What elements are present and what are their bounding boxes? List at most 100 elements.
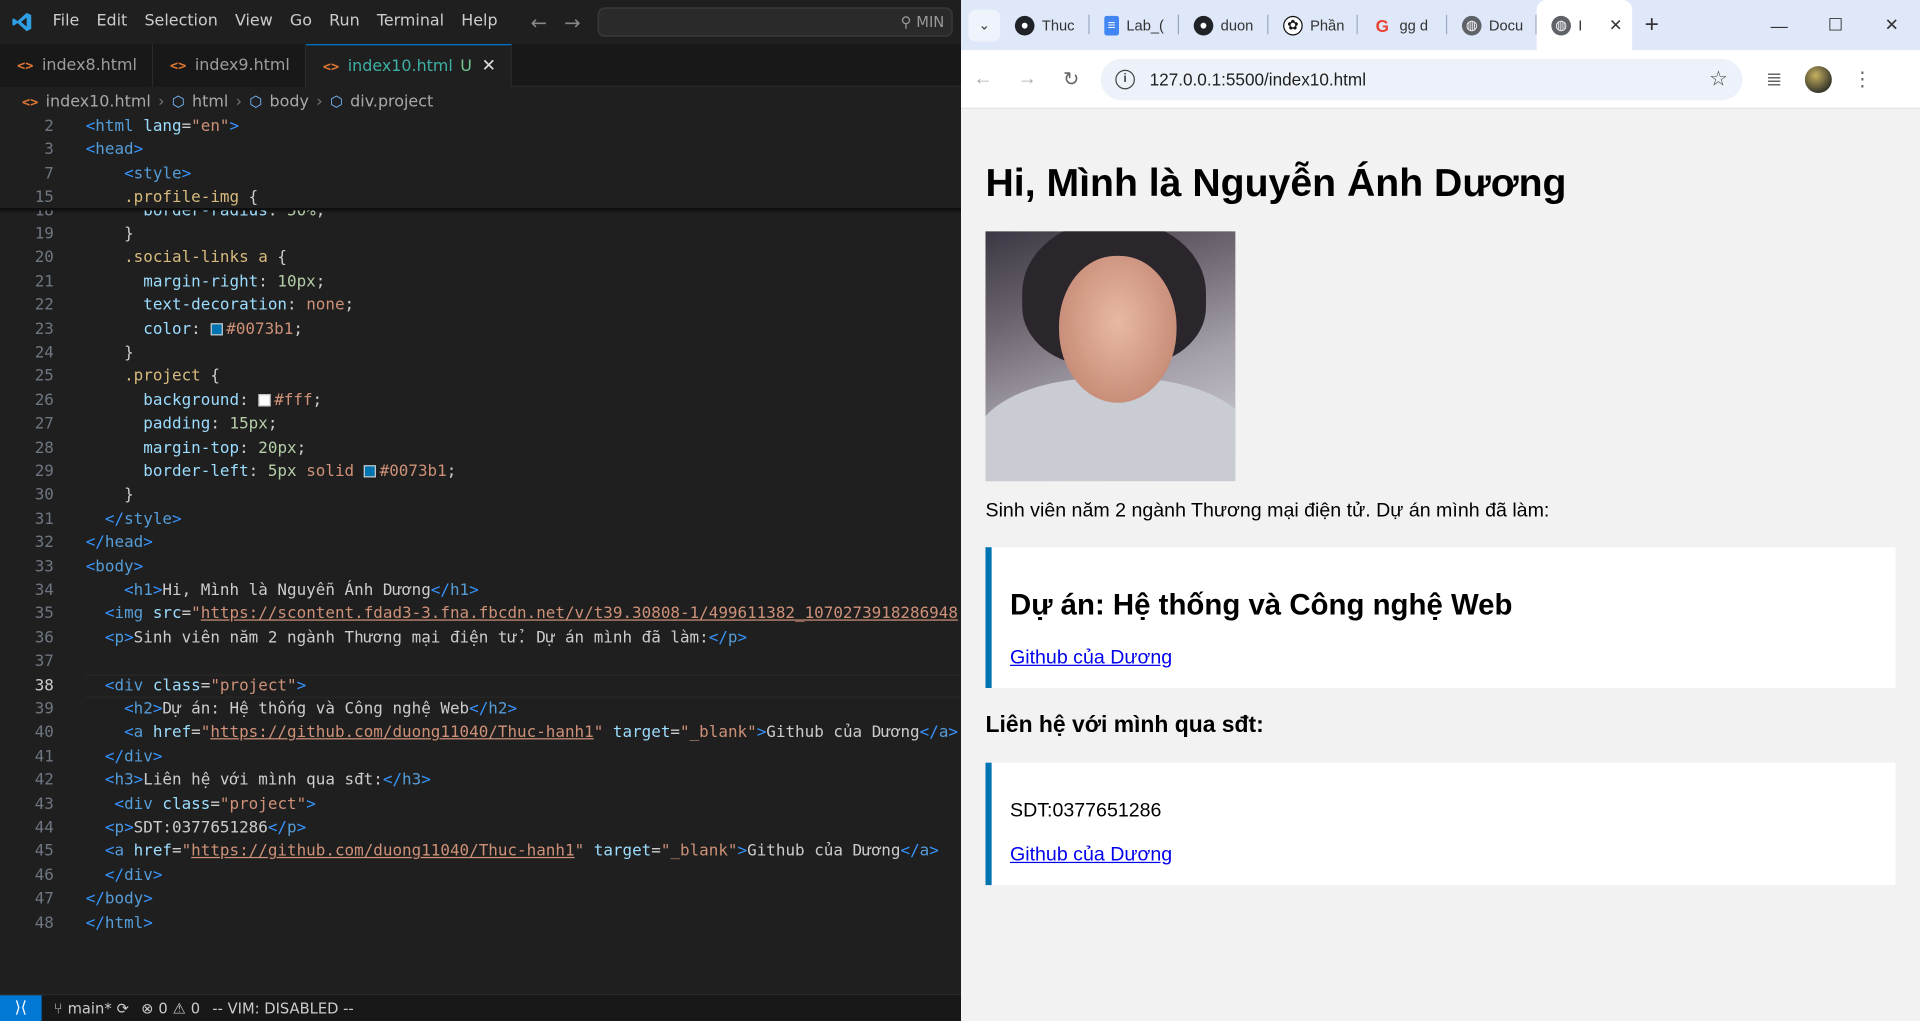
browser-tab[interactable]: ● duon (1179, 0, 1269, 50)
back-arrow-icon[interactable]: ← (531, 10, 547, 33)
code-line: 40 <a href="https://github.com/duong1104… (34, 723, 959, 743)
browser-tab[interactable]: G gg d (1358, 0, 1448, 50)
code-line: 2 <html lang="en"> (0, 115, 962, 139)
back-icon[interactable]: ← (961, 57, 1005, 101)
error-count: 0 (158, 999, 168, 1017)
menu-terminal[interactable]: Terminal (368, 0, 452, 44)
code-line: 37 (34, 652, 54, 672)
code-line: 27 padding: 15px; (34, 415, 278, 434)
code-line: 18 border-radius: 50%; (34, 210, 326, 221)
html-file-icon: <> (17, 57, 34, 74)
menu-go[interactable]: Go (281, 0, 320, 44)
code-line: 19 } (34, 225, 134, 244)
browser-tab[interactable]: ✿ Phần (1268, 0, 1358, 50)
code-line: 32 </head> (34, 533, 153, 553)
code-line: 15 .profile-img { (0, 186, 962, 211)
chrome-toolbar: ← → ↻ i 127.0.0.1:5500/index10.html ☆ ≣ … (961, 50, 1920, 109)
command-center-search[interactable]: ⚲ MIN (597, 7, 953, 37)
breadcrumb: <> index10.html › ⬡ html › ⬡ body › ⬡ di… (0, 88, 962, 116)
sync-icon: ⟳ (116, 999, 129, 1017)
browser-tab[interactable]: ◍ Docu (1447, 0, 1537, 50)
tab-index8[interactable]: <> index8.html (0, 44, 153, 87)
code-line: 36 <p>Sinh viên năm 2 ngành Thương mại đ… (34, 628, 748, 648)
status-bar: ⟩⟨ ⑂ main* ⟳ ⊗ 0 ⚠ 0 -- VIM: DISABLED -- (0, 994, 962, 1021)
vscode-logo-icon (0, 0, 44, 44)
forward-arrow-icon[interactable]: → (564, 10, 580, 33)
new-tab-icon[interactable]: + (1632, 11, 1671, 39)
profile-image (985, 231, 1236, 482)
error-icon: ⊗ (141, 999, 154, 1017)
window-controls: — ☐ ✕ (1751, 0, 1920, 50)
code-line: 26 background: #fff; (34, 391, 323, 410)
close-tab-icon[interactable]: ✕ (1609, 15, 1622, 35)
browser-tab-active[interactable]: ◍ I ✕ (1536, 0, 1633, 51)
intro-text: Sinh viên năm 2 ngành Thương mại điện tử… (985, 500, 1550, 522)
close-window-icon[interactable]: ✕ (1864, 0, 1920, 50)
address-bar[interactable]: i 127.0.0.1:5500/index10.html ☆ (1100, 58, 1743, 100)
tab-label: Lab_( (1126, 16, 1164, 34)
code-line: 43 <div class="project"> (34, 795, 316, 814)
globe-icon: ◍ (1551, 15, 1571, 35)
remote-icon[interactable]: ⟩⟨ (0, 994, 42, 1021)
breadcrumb-div-project[interactable]: div.project (350, 92, 433, 110)
warning-count: 0 (190, 999, 201, 1017)
tab-search-icon[interactable]: ⌄ (968, 9, 1001, 42)
page-title: Hi, Mình là Nguyễn Ánh Dương (985, 160, 1567, 205)
code-line: 46 </div> (34, 866, 163, 885)
browser-tab[interactable]: ● Thuc (1000, 0, 1090, 50)
code-line: 45 <a href="https://github.com/duong1104… (34, 842, 939, 862)
menu-view[interactable]: View (226, 0, 281, 44)
github-link[interactable]: Github của Dương (1010, 648, 1172, 669)
reload-icon[interactable]: ↻ (1049, 57, 1093, 101)
code-line: 29 border-left: 5px solid #0073b1; (34, 462, 457, 482)
branch-status[interactable]: ⑂ main* ⟳ (54, 1000, 129, 1017)
breadcrumb-body[interactable]: body (270, 92, 309, 110)
forward-icon[interactable]: → (1005, 57, 1049, 101)
bookmark-star-icon[interactable]: ☆ (1709, 67, 1728, 91)
browser-tab[interactable]: ≡ Lab_( (1090, 0, 1180, 50)
tab-label: index10.html (347, 56, 453, 76)
google-icon: G (1375, 15, 1389, 35)
untracked-badge: U (460, 56, 472, 76)
github-link[interactable]: Github của Dương (1010, 845, 1172, 866)
site-info-icon[interactable]: i (1115, 69, 1135, 89)
git-branch-icon: ⑂ (53, 999, 63, 1017)
code-editor[interactable]: 2 <html lang="en"> 3 <head> 7 <style> 15 .… (0, 115, 962, 995)
contact-heading: Liên hệ với mình qua sđt: (985, 711, 1264, 737)
media-controls-icon[interactable]: ≣ (1752, 57, 1796, 101)
problems-status[interactable]: ⊗ 0 ⚠ 0 (141, 1000, 200, 1017)
minimize-icon[interactable]: — (1751, 0, 1807, 50)
menu-edit[interactable]: Edit (88, 0, 136, 44)
profile-avatar[interactable] (1796, 57, 1840, 101)
vim-status: -- VIM: DISABLED -- (212, 999, 354, 1017)
tab-index10[interactable]: <> index10.html U ✕ (305, 44, 512, 87)
html-file-icon: <> (22, 93, 39, 110)
globe-icon: ◍ (1461, 15, 1482, 35)
breadcrumb-html[interactable]: html (192, 92, 228, 110)
tab-label: index9.html (194, 56, 290, 75)
menu-help[interactable]: Help (453, 0, 506, 44)
tab-label: index8.html (41, 56, 137, 75)
maximize-icon[interactable]: ☐ (1807, 0, 1863, 50)
google-docs-icon: ≡ (1104, 15, 1119, 35)
code-line: 35 <img src="https://scontent.fdad3-3.fn… (34, 605, 958, 624)
contact-card: SDT:0377651286 Github của Dương (985, 762, 1896, 886)
close-icon[interactable]: ✕ (482, 56, 496, 76)
code-line: 25 .project { (34, 367, 220, 387)
breadcrumb-file[interactable]: index10.html (46, 92, 151, 110)
code-line: 23 color: #0073b1; (34, 320, 303, 339)
project-title: Dự án: Hệ thống và Công nghệ Web (1009, 588, 1513, 622)
editor-tabs: <> index8.html <> index9.html <> index10… (0, 44, 962, 87)
menu-selection[interactable]: Selection (136, 0, 227, 44)
chevron-right-icon: › (158, 92, 165, 111)
menu-file[interactable]: File (44, 0, 88, 44)
tab-label: I (1578, 16, 1583, 34)
code-line: 28 margin-top: 20px; (34, 438, 307, 458)
kebab-menu-icon[interactable]: ⋮ (1840, 57, 1884, 101)
code-line: 44 <p>SDT:0377651286</p> (34, 818, 307, 838)
tab-label: Phần (1310, 16, 1345, 34)
element-icon: ⬡ (329, 93, 343, 111)
avatar (1804, 65, 1832, 93)
menu-run[interactable]: Run (321, 0, 369, 44)
tab-index9[interactable]: <> index9.html (152, 44, 306, 87)
